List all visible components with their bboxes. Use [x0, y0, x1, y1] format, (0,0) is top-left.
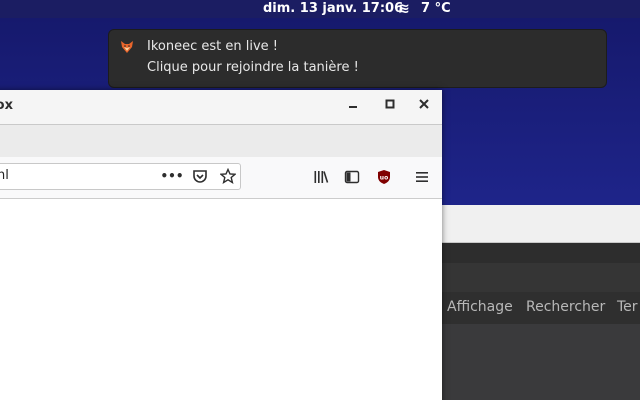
- firefox-window[interactable]: fox nl •••: [0, 90, 442, 400]
- minimize-button[interactable]: [344, 97, 362, 115]
- url-text[interactable]: nl: [0, 168, 9, 183]
- hamburger-menu-icon[interactable]: [412, 167, 432, 187]
- notification-title: Ikoneec est en live !: [147, 39, 278, 54]
- background-window-menubar: Affichage Rechercher Ter: [440, 292, 640, 324]
- navigation-toolbar: nl ••• uo: [0, 157, 442, 199]
- bookmark-star-icon[interactable]: [218, 166, 238, 186]
- pocket-icon[interactable]: [190, 166, 210, 186]
- background-window-tabbar: [440, 243, 640, 263]
- clock[interactable]: dim. 13 janv. 17:06: [263, 0, 403, 18]
- page-content[interactable]: [0, 199, 442, 400]
- maximize-button[interactable]: [381, 97, 399, 115]
- menu-item-rechercher[interactable]: Rechercher: [526, 299, 605, 315]
- top-bar: dim. 13 janv. 17:06 ≋ 7 °C: [0, 0, 640, 18]
- menu-item-affichage[interactable]: Affichage: [447, 299, 513, 315]
- temperature[interactable]: 7 °C: [421, 0, 451, 18]
- close-button[interactable]: [415, 97, 433, 115]
- weather-fog-icon[interactable]: ≋: [398, 0, 410, 18]
- fox-icon: [120, 40, 134, 54]
- notification-body: Clique pour rejoindre la tanière !: [147, 60, 359, 75]
- background-window-titlebar[interactable]: [440, 205, 640, 243]
- background-window-content[interactable]: [440, 324, 640, 400]
- library-icon[interactable]: [311, 167, 331, 187]
- menu-item-terminal[interactable]: Ter: [617, 299, 638, 315]
- sidebar-icon[interactable]: [342, 167, 362, 187]
- page-actions-icon[interactable]: •••: [161, 166, 184, 186]
- window-title: fox: [0, 98, 13, 113]
- background-window-toolbar: [440, 263, 640, 292]
- firefox-titlebar[interactable]: fox: [0, 90, 442, 124]
- notification-banner[interactable]: Ikoneec est en live ! Clique pour rejoin…: [108, 29, 607, 88]
- tab-strip[interactable]: [0, 124, 442, 158]
- background-window[interactable]: Affichage Rechercher Ter: [440, 205, 640, 400]
- svg-text:uo: uo: [380, 175, 388, 182]
- url-bar[interactable]: nl •••: [0, 163, 241, 190]
- ublock-icon[interactable]: uo: [374, 167, 394, 187]
